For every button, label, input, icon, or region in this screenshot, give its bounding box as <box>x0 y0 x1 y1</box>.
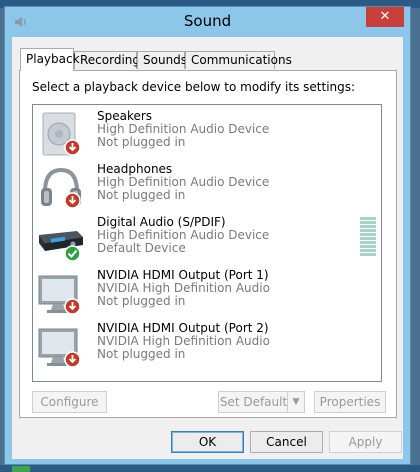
device-status: Not plugged in <box>97 188 186 202</box>
red-down-arrow-icon <box>64 139 81 156</box>
title-bar[interactable]: Sound ✕ <box>5 7 410 37</box>
device-status: Not plugged in <box>97 294 186 308</box>
cancel-button[interactable]: Cancel <box>250 431 323 453</box>
device-text: NVIDIA HDMI Output (Port 1) NVIDIA High … <box>97 269 270 308</box>
list-item-speakers[interactable]: Speakers High Definition Audio Device No… <box>33 109 381 162</box>
volume-level-meter <box>360 217 376 259</box>
dialog-client-area: Playback Recording Sounds Communications… <box>12 37 403 459</box>
tab-sounds[interactable]: Sounds <box>137 51 187 69</box>
device-status: Not plugged in <box>97 135 186 149</box>
instruction-text: Select a playback device below to modify… <box>32 80 356 94</box>
taskbar <box>0 465 420 472</box>
device-list[interactable]: Speakers High Definition Audio Device No… <box>32 104 382 382</box>
properties-button[interactable]: Properties <box>314 391 386 413</box>
ok-button[interactable]: OK <box>171 431 244 453</box>
red-down-arrow-icon <box>64 298 81 315</box>
playback-panel: Select a playback device below to modify… <box>19 70 397 418</box>
set-default-button[interactable]: Set Default ▼ <box>218 391 305 413</box>
list-item-hdmi-port-1[interactable]: NVIDIA HDMI Output (Port 1) NVIDIA High … <box>33 268 381 321</box>
configure-button[interactable]: Configure <box>32 391 107 413</box>
red-down-arrow-icon <box>64 351 81 368</box>
green-check-icon <box>64 245 81 262</box>
close-button[interactable]: ✕ <box>366 7 404 27</box>
window-title: Sound <box>183 12 232 30</box>
tab-recording[interactable]: Recording <box>74 51 140 69</box>
tab-communications[interactable]: Communications <box>185 51 292 69</box>
device-text: Headphones High Definition Audio Device … <box>97 163 269 202</box>
tab-playback[interactable]: Playback <box>20 48 80 71</box>
list-item-digital-audio[interactable]: Digital Audio (S/PDIF) High Definition A… <box>33 215 381 268</box>
red-down-arrow-icon <box>64 192 81 209</box>
chevron-down-icon[interactable]: ▼ <box>287 392 304 412</box>
list-item-headphones[interactable]: Headphones High Definition Audio Device … <box>33 162 381 215</box>
device-status: Default Device <box>97 241 186 255</box>
device-text: Digital Audio (S/PDIF) High Definition A… <box>97 216 269 255</box>
apply-button[interactable]: Apply <box>329 431 402 453</box>
device-status: Not plugged in <box>97 347 186 361</box>
list-item-hdmi-port-2[interactable]: NVIDIA HDMI Output (Port 2) NVIDIA High … <box>33 321 381 374</box>
device-text: NVIDIA HDMI Output (Port 2) NVIDIA High … <box>97 322 270 361</box>
taskbar-app-icon[interactable] <box>12 466 30 472</box>
sound-dialog: Sound ✕ Playback Recording Sounds Commun… <box>4 6 411 465</box>
set-default-label: Set Default <box>219 395 288 409</box>
device-text: Speakers High Definition Audio Device No… <box>97 110 269 149</box>
